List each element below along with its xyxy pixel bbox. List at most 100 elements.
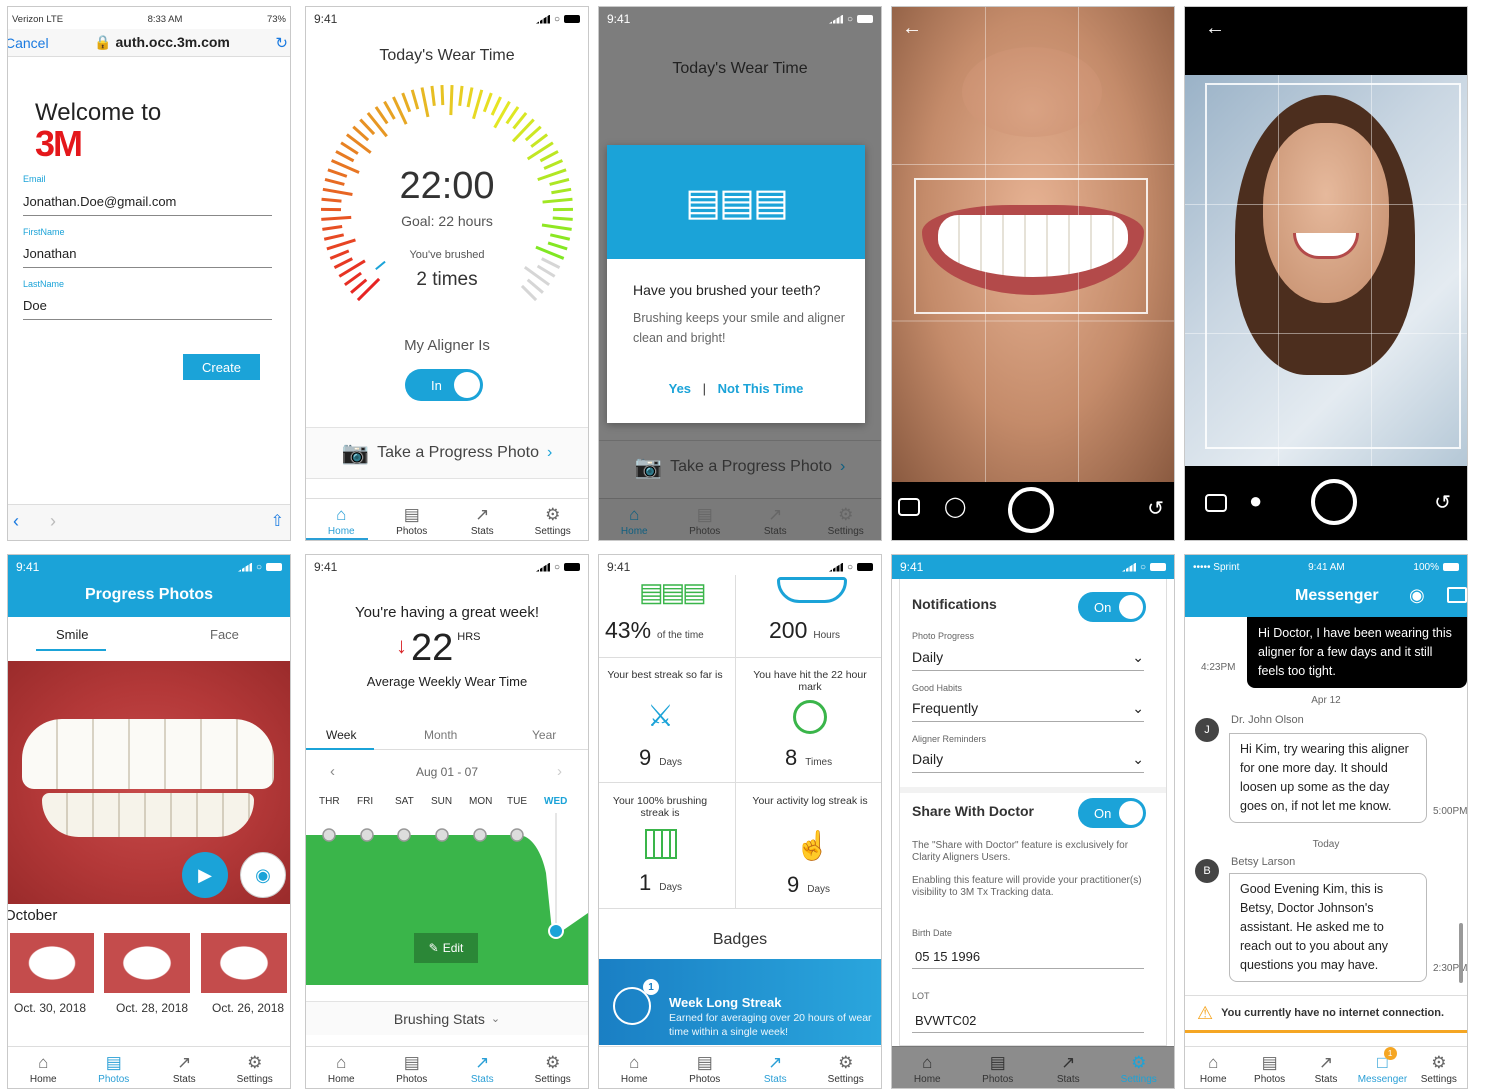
screen-messenger: ••••• Sprint 9:41 AM 100% Messenger ◉ Hi… <box>1184 554 1468 1089</box>
tab-photos[interactable]: ▤Photos <box>670 1047 741 1088</box>
tab-home[interactable]: ⌂Home <box>892 1047 963 1088</box>
thumbnail-2[interactable] <box>104 933 190 993</box>
email-field[interactable]: Jonathan.Doe@gmail.com <box>23 194 272 216</box>
tab-month[interactable]: Month <box>424 728 457 742</box>
teeth-mode-icon[interactable] <box>1205 494 1227 512</box>
face-mode-icon[interactable]: ● <box>1249 488 1262 514</box>
data-point[interactable] <box>323 829 335 841</box>
data-point[interactable] <box>398 829 410 841</box>
toggle-knob <box>454 372 480 398</box>
progress-photo-row[interactable]: 📷 Take a Progress Photo › <box>599 440 881 492</box>
badge-card[interactable]: 1 Week Long Streak Earned for averaging … <box>599 959 881 1045</box>
edit-button[interactable]: ✎Edit <box>414 933 478 963</box>
notifications-toggle[interactable]: On <box>1078 592 1146 622</box>
tab-home[interactable]: ⌂Home <box>306 499 377 540</box>
switch-camera-icon[interactable]: ↺ <box>1434 490 1451 515</box>
tab-settings[interactable]: ⚙Settings <box>1411 1047 1467 1088</box>
firstname-field[interactable]: Jonathan <box>23 246 272 268</box>
next-week-icon[interactable]: › <box>557 763 562 780</box>
tab-settings[interactable]: ⚙Settings <box>811 499 882 540</box>
tab-face[interactable]: Face <box>210 627 239 642</box>
tab-settings[interactable]: ⚙Settings <box>518 1047 589 1088</box>
message-time-1: 4:23PM <box>1201 662 1235 673</box>
good-habits-select[interactable]: Frequently⌄ <box>912 700 1144 722</box>
tab-stats[interactable]: ↗Stats <box>447 499 518 540</box>
data-point[interactable] <box>511 829 523 841</box>
tab-home[interactable]: ⌂Home <box>306 1047 377 1088</box>
status-bar: 9:41 ○ <box>892 555 1174 579</box>
message-time-2: 5:00PM <box>1433 806 1467 817</box>
tab-settings[interactable]: ⚙Settings <box>220 1047 291 1088</box>
lastname-field[interactable]: Doe <box>23 298 272 320</box>
back-arrow-icon[interactable]: ← <box>902 17 922 40</box>
tab-settings[interactable]: ⚙Settings <box>811 1047 882 1088</box>
data-point[interactable] <box>474 829 486 841</box>
tab-photos[interactable]: ▤Photos <box>377 499 448 540</box>
progress-photo-row[interactable]: 📷 Take a Progress Photo › <box>306 427 588 479</box>
tab-photos[interactable]: ▤Photos <box>963 1047 1034 1088</box>
shutter-button[interactable] <box>1008 487 1054 533</box>
brushing-stats-row[interactable]: Brushing Stats ⌄ <box>306 1001 588 1035</box>
prev-week-icon[interactable]: ‹ <box>330 763 335 780</box>
back-icon[interactable]: ‹ <box>13 511 19 532</box>
tab-home[interactable]: ⌂Home <box>599 499 670 540</box>
forward-icon[interactable]: › <box>50 511 56 532</box>
thumbnail-1[interactable] <box>10 933 94 993</box>
tab-smile[interactable]: Smile <box>56 627 89 642</box>
data-point[interactable] <box>436 829 448 841</box>
signal-icon <box>829 563 843 572</box>
tab-stats[interactable]: ↗Stats <box>447 1047 518 1088</box>
tab-home[interactable]: ⌂Home <box>8 1047 79 1088</box>
camera-button[interactable]: ◉ <box>240 852 286 898</box>
tab-year[interactable]: Year <box>532 728 556 742</box>
tab-stats[interactable]: ↗Stats <box>1298 1047 1354 1088</box>
tab-photos[interactable]: ▤Photos <box>377 1047 448 1088</box>
teeth-mode-icon[interactable] <box>898 498 920 516</box>
shutter-button[interactable] <box>1311 479 1357 525</box>
birth-date-field[interactable]: 05 15 1996 <box>912 949 1144 969</box>
yes-button[interactable]: Yes <box>669 381 691 396</box>
gear-icon: ⚙ <box>1431 1054 1446 1072</box>
status-bar: 9:41 ○ <box>8 555 290 579</box>
switch-camera-icon[interactable]: ↺ <box>1147 496 1164 521</box>
tab-settings[interactable]: ⚙Settings <box>1104 1047 1175 1088</box>
tab-photos-label: Photos <box>396 1074 427 1085</box>
aligner-toggle[interactable]: In <box>405 369 483 401</box>
tab-photos[interactable]: ▤Photos <box>1241 1047 1297 1088</box>
video-icon[interactable] <box>1447 587 1467 603</box>
battery-icon <box>857 15 873 23</box>
thumbnail-3[interactable] <box>201 933 287 993</box>
current-point[interactable] <box>549 924 563 938</box>
cancel-button[interactable]: Cancel <box>7 35 49 51</box>
tab-stats[interactable]: ↗Stats <box>740 1047 811 1088</box>
data-point[interactable] <box>361 829 373 841</box>
create-button[interactable]: Create <box>183 354 260 380</box>
tab-photos[interactable]: ▤Photos <box>670 499 741 540</box>
photo-progress-select[interactable]: Daily⌄ <box>912 649 1144 671</box>
gauge-tick <box>442 85 443 105</box>
reload-icon[interactable]: ↻ <box>275 34 288 52</box>
offline-text: You currently have no internet connectio… <box>1221 1007 1444 1019</box>
tab-stats[interactable]: ↗Stats <box>149 1047 220 1088</box>
share-doctor-toggle[interactable]: On <box>1078 798 1146 828</box>
back-arrow-icon[interactable]: ← <box>1205 17 1225 40</box>
tab-photos[interactable]: ▤Photos <box>79 1047 150 1088</box>
face-mode-icon[interactable]: ◯ <box>944 494 966 519</box>
tab-messenger[interactable]: □Messenger1 <box>1354 1047 1410 1088</box>
tab-home[interactable]: ⌂Home <box>599 1047 670 1088</box>
tab-home[interactable]: ⌂Home <box>1185 1047 1241 1088</box>
thumb-date-1: Oct. 30, 2018 <box>14 1001 86 1015</box>
lot-field[interactable]: BVWTC02 <box>912 1013 1144 1033</box>
scrollbar[interactable] <box>1459 923 1463 983</box>
play-button[interactable]: ▶ <box>182 852 228 898</box>
tab-week[interactable]: Week <box>326 728 356 742</box>
tab-stats[interactable]: ↗Stats <box>1033 1047 1104 1088</box>
not-this-time-button[interactable]: Not This Time <box>718 381 804 396</box>
date-separator-2: Today <box>1185 839 1467 850</box>
hours-stat: 200 Hours <box>769 617 840 644</box>
tab-stats[interactable]: ↗Stats <box>740 499 811 540</box>
tab-settings[interactable]: ⚙Settings <box>518 499 589 540</box>
aligner-reminders-select[interactable]: Daily⌄ <box>912 751 1144 773</box>
camera-icon[interactable]: ◉ <box>1409 585 1425 606</box>
share-icon[interactable]: ⇧ <box>271 511 284 531</box>
